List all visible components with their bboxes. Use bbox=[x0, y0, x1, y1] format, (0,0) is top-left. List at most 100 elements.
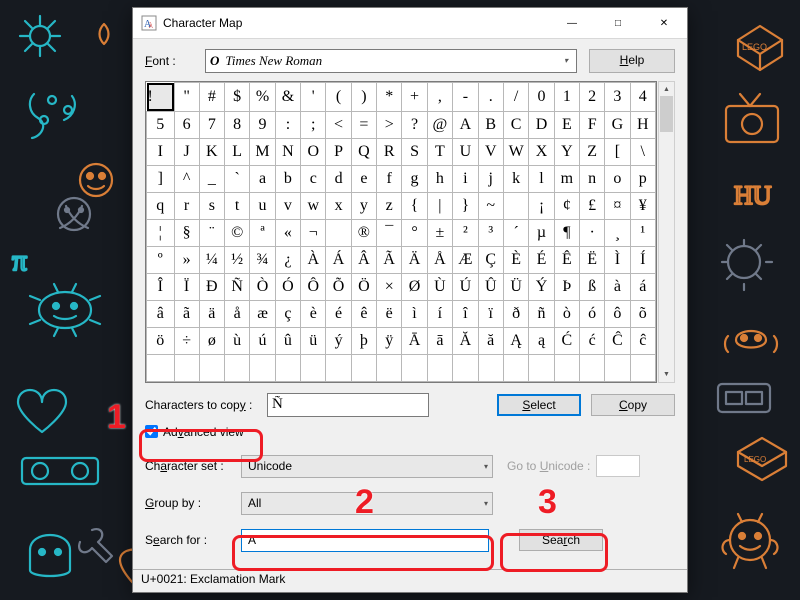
char-cell[interactable]: ® bbox=[351, 219, 376, 246]
char-cell[interactable]: ć bbox=[580, 327, 605, 354]
char-cell[interactable]: é bbox=[326, 300, 351, 327]
char-cell[interactable]: ² bbox=[453, 219, 478, 246]
char-cell[interactable]: « bbox=[275, 219, 300, 246]
char-cell[interactable] bbox=[174, 354, 199, 381]
char-cell[interactable]: ) bbox=[351, 83, 376, 112]
char-cell[interactable]: E bbox=[554, 111, 579, 138]
char-cell[interactable]: h bbox=[427, 165, 452, 192]
char-cell[interactable]: G bbox=[605, 111, 630, 138]
char-cell[interactable]: À bbox=[301, 246, 326, 273]
char-cell[interactable]: " bbox=[174, 83, 199, 112]
close-button[interactable]: ✕ bbox=[641, 8, 687, 38]
char-cell[interactable]: T bbox=[427, 138, 452, 165]
advanced-view-checkbox[interactable] bbox=[145, 425, 158, 438]
char-cell[interactable]: - bbox=[453, 83, 478, 112]
copy-button[interactable]: Copy bbox=[591, 394, 675, 416]
char-cell[interactable]: ª bbox=[250, 219, 275, 246]
char-cell[interactable]: × bbox=[377, 273, 402, 300]
char-cell[interactable]: ¬ bbox=[301, 219, 326, 246]
char-cell[interactable]: [ bbox=[605, 138, 630, 165]
char-cell[interactable]: ´ bbox=[503, 219, 528, 246]
char-cell[interactable]: y bbox=[351, 192, 376, 219]
char-cell[interactable]: ¥ bbox=[630, 192, 655, 219]
char-cell[interactable]: 9 bbox=[250, 111, 275, 138]
char-cell[interactable]: Û bbox=[478, 273, 503, 300]
char-cell[interactable]: m bbox=[554, 165, 579, 192]
char-cell[interactable]: v bbox=[275, 192, 300, 219]
char-cell[interactable]: Q bbox=[351, 138, 376, 165]
char-cell[interactable]: % bbox=[250, 83, 275, 112]
char-cell[interactable]: ü bbox=[301, 327, 326, 354]
char-cell[interactable]: a bbox=[250, 165, 275, 192]
char-cell[interactable]: È bbox=[503, 246, 528, 273]
char-cell[interactable]: ç bbox=[275, 300, 300, 327]
char-cell[interactable]: 5 bbox=[147, 111, 175, 138]
char-cell[interactable] bbox=[250, 354, 275, 381]
char-cell[interactable]: : bbox=[275, 111, 300, 138]
char-cell[interactable]: c bbox=[301, 165, 326, 192]
char-cell[interactable]: § bbox=[174, 219, 199, 246]
char-cell[interactable]: s bbox=[199, 192, 224, 219]
char-cell[interactable]: N bbox=[275, 138, 300, 165]
char-cell[interactable]: ¶ bbox=[554, 219, 579, 246]
character-grid[interactable]: !"#$%&'()*+,-./0123456789:;<=>?@ABCDEFGH… bbox=[145, 81, 657, 383]
char-cell[interactable]: p bbox=[630, 165, 655, 192]
char-cell[interactable]: $ bbox=[224, 83, 249, 112]
char-cell[interactable] bbox=[580, 354, 605, 381]
char-cell[interactable]: Ą bbox=[503, 327, 528, 354]
char-cell[interactable]: j bbox=[478, 165, 503, 192]
char-cell[interactable]: Ù bbox=[427, 273, 452, 300]
char-cell[interactable] bbox=[529, 354, 554, 381]
char-cell[interactable]: ø bbox=[199, 327, 224, 354]
help-button[interactable]: Help bbox=[589, 49, 675, 73]
char-cell[interactable]: Ā bbox=[402, 327, 427, 354]
char-cell[interactable]: Ă bbox=[453, 327, 478, 354]
char-cell[interactable] bbox=[478, 354, 503, 381]
char-cell[interactable]: F bbox=[580, 111, 605, 138]
char-cell[interactable]: 6 bbox=[174, 111, 199, 138]
char-cell[interactable]: þ bbox=[351, 327, 376, 354]
char-cell[interactable]: Ì bbox=[605, 246, 630, 273]
char-cell[interactable]: Ä bbox=[402, 246, 427, 273]
char-cell[interactable] bbox=[503, 192, 528, 219]
char-cell[interactable]: ^ bbox=[174, 165, 199, 192]
char-cell[interactable]: Þ bbox=[554, 273, 579, 300]
char-cell[interactable]: © bbox=[224, 219, 249, 246]
char-cell[interactable]: £ bbox=[580, 192, 605, 219]
char-cell[interactable]: ô bbox=[605, 300, 630, 327]
scroll-thumb[interactable] bbox=[660, 96, 673, 132]
char-cell[interactable] bbox=[224, 354, 249, 381]
char-cell[interactable]: û bbox=[275, 327, 300, 354]
char-cell[interactable]: ñ bbox=[529, 300, 554, 327]
char-cell[interactable]: , bbox=[427, 83, 452, 112]
char-cell[interactable]: ¾ bbox=[250, 246, 275, 273]
char-cell[interactable]: 4 bbox=[630, 83, 655, 112]
char-cell[interactable]: ð bbox=[503, 300, 528, 327]
char-cell[interactable]: 7 bbox=[199, 111, 224, 138]
char-cell[interactable]: ± bbox=[427, 219, 452, 246]
char-cell[interactable] bbox=[326, 354, 351, 381]
char-cell[interactable]: < bbox=[326, 111, 351, 138]
charset-select[interactable]: Unicode ▾ bbox=[241, 455, 493, 478]
char-cell[interactable]: ¼ bbox=[199, 246, 224, 273]
char-cell[interactable]: Á bbox=[326, 246, 351, 273]
char-cell[interactable]: ½ bbox=[224, 246, 249, 273]
char-cell[interactable]: { bbox=[402, 192, 427, 219]
char-cell[interactable]: ó bbox=[580, 300, 605, 327]
char-cell[interactable]: ï bbox=[478, 300, 503, 327]
char-cell[interactable]: ¹ bbox=[630, 219, 655, 246]
titlebar[interactable]: Aλ Character Map — □ ✕ bbox=[133, 8, 687, 39]
search-input[interactable] bbox=[241, 529, 489, 552]
char-cell[interactable]: X bbox=[529, 138, 554, 165]
char-cell[interactable]: R bbox=[377, 138, 402, 165]
char-cell[interactable]: ¿ bbox=[275, 246, 300, 273]
search-button[interactable]: Search bbox=[519, 529, 603, 551]
char-cell[interactable] bbox=[554, 354, 579, 381]
char-cell[interactable]: á bbox=[630, 273, 655, 300]
char-cell[interactable]: u bbox=[250, 192, 275, 219]
char-cell[interactable]: x bbox=[326, 192, 351, 219]
char-cell[interactable]: 0 bbox=[529, 83, 554, 112]
char-cell[interactable]: W bbox=[503, 138, 528, 165]
scroll-down-icon[interactable]: ▼ bbox=[659, 368, 674, 382]
char-cell[interactable]: C bbox=[503, 111, 528, 138]
